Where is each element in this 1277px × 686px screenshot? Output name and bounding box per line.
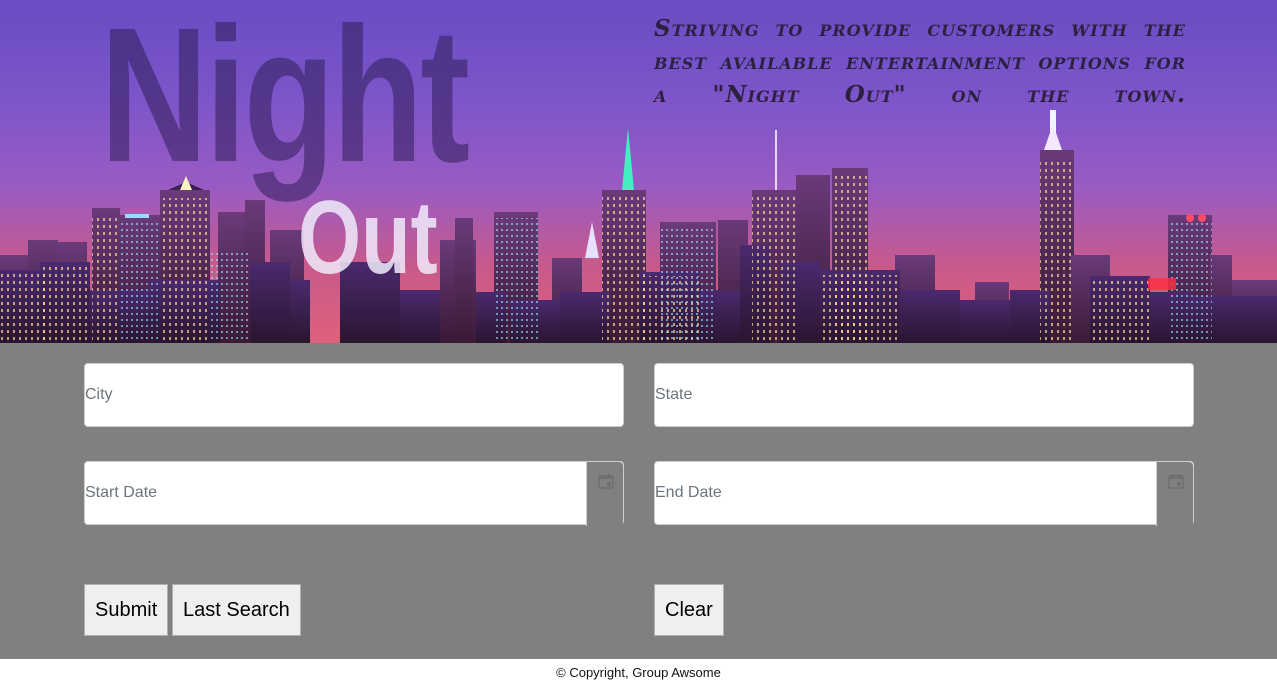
hero-banner: Night Out Striving to provide customers … xyxy=(0,0,1277,343)
last-search-button[interactable]: Last Search xyxy=(172,584,301,636)
city-field[interactable] xyxy=(84,363,624,427)
state-field[interactable] xyxy=(654,363,1194,427)
submit-button[interactable]: Submit xyxy=(84,584,169,636)
end-date-field[interactable] xyxy=(654,461,1194,526)
tagline: Striving to provide customers with the b… xyxy=(654,15,1186,108)
start-date-field[interactable] xyxy=(84,461,624,526)
start-date-input[interactable] xyxy=(85,462,585,524)
clear-button[interactable]: Clear xyxy=(654,584,724,636)
start-date-calendar-button[interactable] xyxy=(586,462,623,526)
title-night: Night xyxy=(100,0,470,202)
title-out: Out xyxy=(298,180,438,296)
calendar-icon xyxy=(598,474,614,489)
calendar-icon xyxy=(1168,474,1184,489)
footer: © Copyright, Group Awsome xyxy=(0,659,1277,684)
end-date-calendar-button[interactable] xyxy=(1156,462,1193,526)
state-input[interactable] xyxy=(655,364,1193,426)
city-input[interactable] xyxy=(85,364,623,426)
end-date-input[interactable] xyxy=(655,462,1155,524)
copyright-text: © Copyright, Group Awsome xyxy=(556,665,721,680)
